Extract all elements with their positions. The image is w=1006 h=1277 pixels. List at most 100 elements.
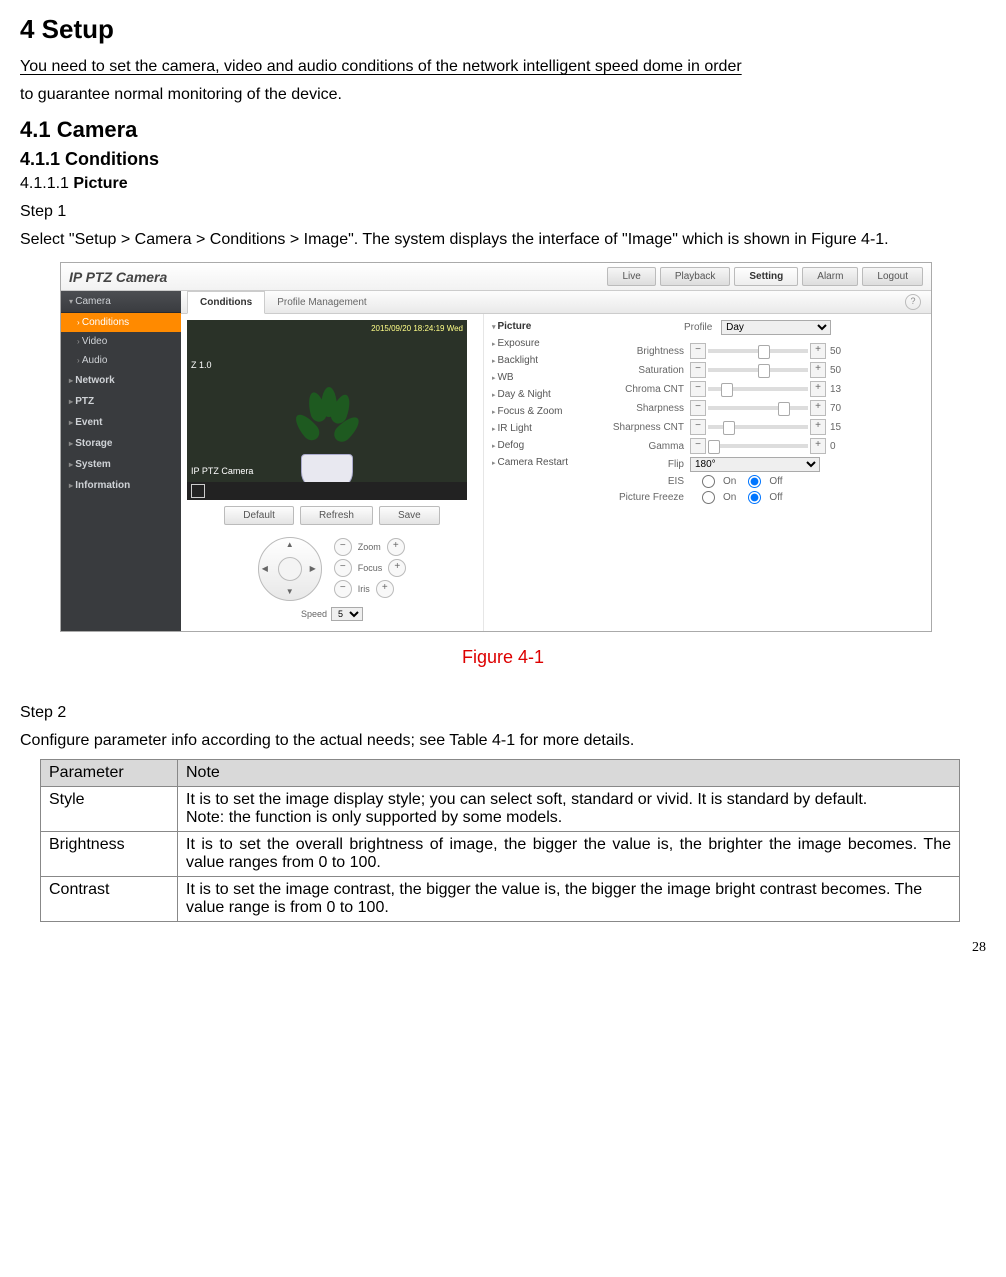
save-button[interactable]: Save <box>379 506 440 525</box>
nav-live[interactable]: Live <box>607 267 655 286</box>
slider-row-gamma: Gamma−+0 <box>604 438 921 454</box>
slider-track[interactable] <box>708 425 808 429</box>
table-row: ContrastIt is to set the image contrast,… <box>41 877 960 922</box>
eis-off-radio[interactable] <box>748 475 761 488</box>
minus-button[interactable]: − <box>690 438 706 454</box>
app-header: IP PTZ Camera Live Playback Setting Alar… <box>61 263 931 291</box>
slider-value: 50 <box>830 346 848 357</box>
th-parameter: Parameter <box>41 760 178 787</box>
arrow-right-icon[interactable]: ▶ <box>310 564 316 573</box>
flip-label: Flip <box>604 459 690 470</box>
nav-playback[interactable]: Playback <box>660 267 731 286</box>
sidebar-group-network[interactable]: Network <box>61 370 181 391</box>
plus-button[interactable]: + <box>810 438 826 454</box>
step1-text: Select "Setup > Camera > Conditions > Im… <box>20 228 986 252</box>
profile-select[interactable]: Day <box>721 320 831 335</box>
flip-select[interactable]: 180° <box>690 457 820 472</box>
cat-backlight[interactable]: Backlight <box>484 352 594 369</box>
th-note: Note <box>178 760 960 787</box>
plus-button[interactable]: + <box>810 362 826 378</box>
help-icon[interactable]: ? <box>905 294 921 310</box>
sidebar-group-system[interactable]: System <box>61 454 181 475</box>
preview-timestamp: 2015/09/20 18:24:19 Wed <box>371 324 463 333</box>
refresh-button[interactable]: Refresh <box>300 506 373 525</box>
nav-setting[interactable]: Setting <box>734 267 798 286</box>
slider-track[interactable] <box>708 406 808 410</box>
nav-alarm[interactable]: Alarm <box>802 267 858 286</box>
freeze-on-radio[interactable] <box>702 491 715 504</box>
slider-label: Gamma <box>604 441 690 452</box>
speed-select[interactable]: 5 <box>331 607 363 621</box>
video-preview: 2015/09/20 18:24:19 Wed Z 1.0 IP PTZ Cam… <box>187 320 467 500</box>
sidebar-group-event[interactable]: Event <box>61 412 181 433</box>
arrow-left-icon[interactable]: ◀ <box>262 564 268 573</box>
focus-out-button[interactable]: − <box>334 559 352 577</box>
slider-row-chroma-cnt: Chroma CNT− +13 <box>604 381 921 397</box>
sidebar-item-conditions[interactable]: Conditions <box>61 313 181 332</box>
zoom-in-button[interactable]: + <box>387 538 405 556</box>
default-button[interactable]: Default <box>224 506 294 525</box>
heading-picture: 4.1.1.1 Picture <box>20 172 986 196</box>
slider-label: Sharpness <box>604 403 690 414</box>
cat-ir-light[interactable]: IR Light <box>484 420 594 437</box>
fullscreen-icon[interactable] <box>191 484 205 498</box>
table-row: BrightnessIt is to set the overall brigh… <box>41 832 960 877</box>
eis-on-radio[interactable] <box>702 475 715 488</box>
sidebar-group-ptz[interactable]: PTZ <box>61 391 181 412</box>
slider-label: Chroma CNT <box>604 384 690 395</box>
slider-label: Brightness <box>604 346 690 357</box>
nav-logout[interactable]: Logout <box>862 267 923 286</box>
cat-focus-zoom[interactable]: Focus & Zoom <box>484 403 594 420</box>
minus-button[interactable]: − <box>690 419 706 435</box>
cat-wb[interactable]: WB <box>484 369 594 386</box>
cell-parameter: Contrast <box>41 877 178 922</box>
arrow-up-icon[interactable]: ▲ <box>286 540 294 549</box>
plus-button[interactable]: + <box>810 419 826 435</box>
freeze-label: Picture Freeze <box>604 492 690 503</box>
slider-label: Sharpness CNT <box>604 422 690 433</box>
preview-plant-image <box>297 382 357 482</box>
screenshot-figure-4-1: IP PTZ Camera Live Playback Setting Alar… <box>60 262 932 632</box>
focus-in-button[interactable]: + <box>388 559 406 577</box>
sidebar-item-audio[interactable]: Audio <box>61 351 181 370</box>
iris-in-button[interactable]: + <box>376 580 394 598</box>
app-logo: IP PTZ Camera <box>69 269 607 285</box>
cat-day-night[interactable]: Day & Night <box>484 386 594 403</box>
cat-exposure[interactable]: Exposure <box>484 335 594 352</box>
tab-profile-management[interactable]: Profile Management <box>265 292 379 313</box>
cat-defog[interactable]: Defog <box>484 437 594 454</box>
preview-watermark: IP PTZ Camera <box>191 466 253 476</box>
sidebar-group-storage[interactable]: Storage <box>61 433 181 454</box>
preview-zoom-level: Z 1.0 <box>191 360 212 370</box>
cat-picture[interactable]: Picture <box>484 318 594 335</box>
picture-settings-panel: Profile Day Brightness−+50Saturation−+50… <box>594 314 931 631</box>
tab-conditions[interactable]: Conditions <box>187 291 265 314</box>
minus-button[interactable]: − <box>690 400 706 416</box>
slider-value: 13 <box>830 384 848 395</box>
ptz-direction-wheel[interactable]: ▲ ▼ ◀ ▶ <box>258 537 320 599</box>
cell-parameter: Brightness <box>41 832 178 877</box>
eis-on-label: On <box>723 476 736 487</box>
minus-button[interactable]: − <box>690 343 706 359</box>
minus-button[interactable]: − <box>690 381 706 397</box>
slider-track[interactable] <box>708 444 808 448</box>
top-nav: Live Playback Setting Alarm Logout <box>607 267 923 286</box>
sidebar-head-camera[interactable]: Camera <box>61 291 181 313</box>
plus-button[interactable]: + <box>810 400 826 416</box>
iris-out-button[interactable]: − <box>334 580 352 598</box>
slider-track[interactable] <box>708 368 808 372</box>
slider-track[interactable] <box>708 387 808 391</box>
freeze-off-radio[interactable] <box>748 491 761 504</box>
sidebar-group-information[interactable]: Information <box>61 475 181 496</box>
sidebar-item-video[interactable]: Video <box>61 332 181 351</box>
minus-button[interactable]: − <box>690 362 706 378</box>
plus-button[interactable]: + <box>810 381 826 397</box>
cat-camera-restart[interactable]: Camera Restart <box>484 454 594 471</box>
focus-label: Focus <box>358 563 383 573</box>
zoom-out-button[interactable]: − <box>334 538 352 556</box>
slider-track[interactable] <box>708 349 808 353</box>
slider-label: Saturation <box>604 365 690 376</box>
plus-button[interactable]: + <box>810 343 826 359</box>
arrow-down-icon[interactable]: ▼ <box>286 587 294 596</box>
cell-note: It is to set the overall brightness of i… <box>178 832 960 877</box>
